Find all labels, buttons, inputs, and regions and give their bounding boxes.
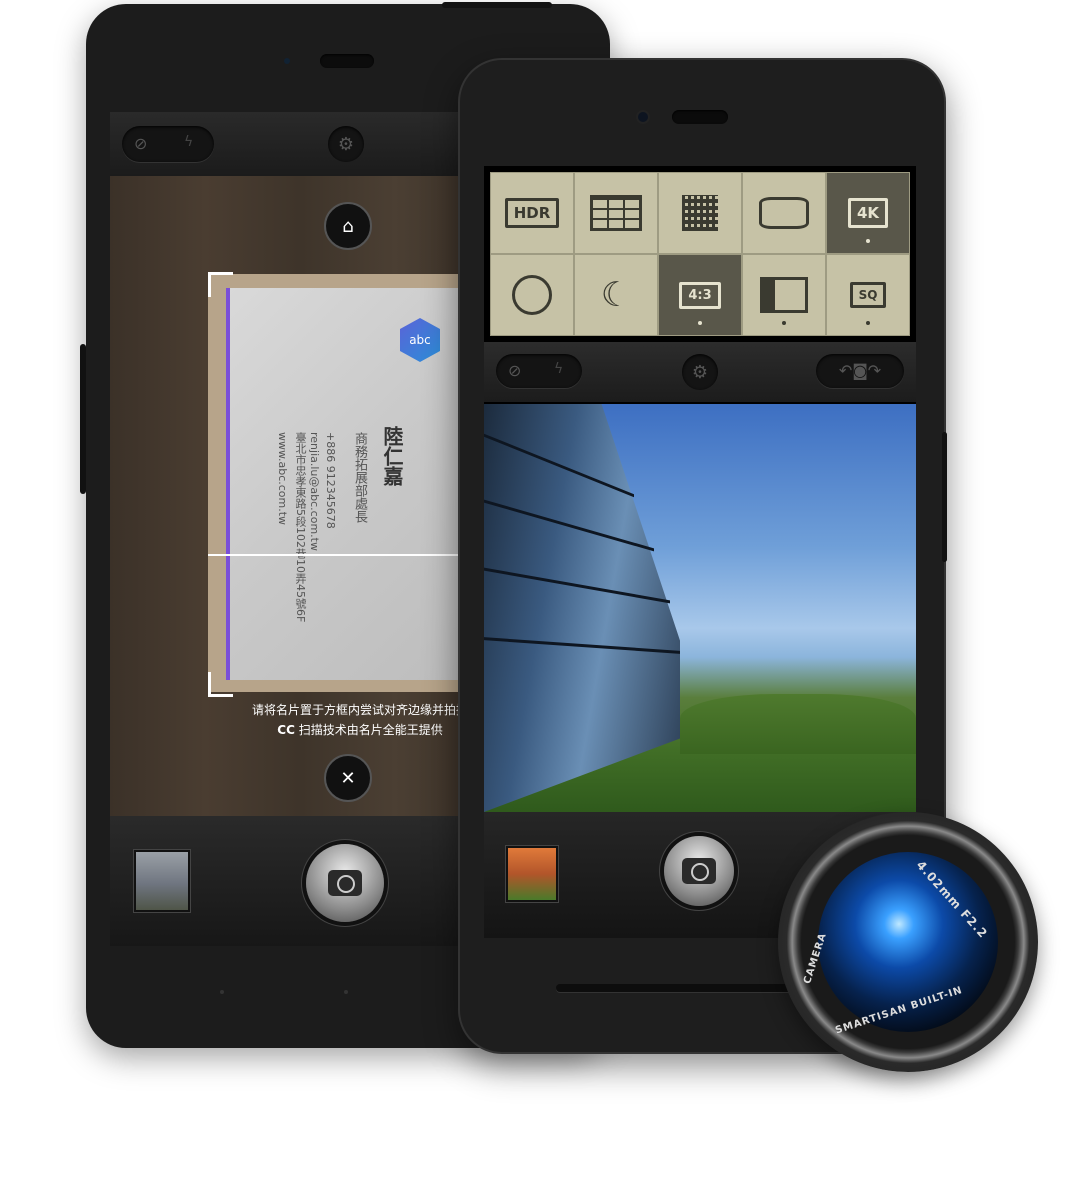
earpiece	[672, 110, 728, 124]
scan-hint-credit: 扫描技术由名片全能王提供	[298, 723, 443, 737]
4k-video-icon: 4K	[847, 198, 889, 228]
earpiece	[320, 54, 374, 68]
frame-corner	[208, 672, 233, 697]
active-indicator	[782, 321, 786, 325]
mode-id-card[interactable]	[742, 254, 826, 336]
switch-camera-icon[interactable]: ↶◙↷	[816, 354, 904, 388]
shutter-button[interactable]	[664, 836, 734, 906]
flash-off-icon: ⊘	[134, 134, 148, 153]
card-text: 陸仁嘉 商務拓展部處長 +886 912345678 renjia.lu@abc…	[246, 302, 446, 672]
id-card-icon	[760, 277, 808, 313]
glass-building	[484, 404, 680, 812]
mode-qr[interactable]	[658, 172, 742, 254]
mode-hdr[interactable]: HDR	[490, 172, 574, 254]
night-mode-icon: ☾	[600, 275, 632, 315]
camera-icon	[682, 858, 716, 884]
side-button	[942, 432, 947, 562]
card-title: 商務拓展部處長	[352, 432, 367, 523]
flash-off-icon: ⊘	[508, 361, 522, 380]
flash-icon: ϟ	[184, 134, 194, 150]
camcard-logo: CC	[277, 723, 295, 737]
mode-night[interactable]: ☾	[574, 254, 658, 336]
mode-grid: HDR 4K ☾ 4:3 SQ	[490, 172, 910, 336]
camera-lens: 4.02mm F2.2 CAMERA SMARTISAN BUILT-IN	[778, 812, 1038, 1072]
mode-square[interactable]: SQ	[826, 254, 910, 336]
card-website: www.abc.com.tw	[276, 432, 289, 526]
front-phone-screen: HDR 4K ☾ 4:3 SQ ⊘ ϟ ⚙ ↶◙↷	[484, 166, 916, 938]
card-name: 陸仁嘉	[380, 426, 404, 486]
scan-line	[208, 554, 458, 556]
gear-icon[interactable]: ⚙	[328, 126, 364, 162]
hdr-icon: HDR	[504, 198, 560, 228]
active-indicator	[698, 321, 702, 325]
active-indicator	[866, 239, 870, 243]
timer-icon	[512, 275, 552, 315]
flash-icon: ϟ	[554, 361, 564, 377]
nav-dot	[220, 990, 224, 994]
mode-panorama[interactable]	[742, 172, 826, 254]
viewfinder-photo	[484, 404, 916, 812]
gallery-thumbnail[interactable]	[506, 846, 558, 902]
aspect-ratio-icon: 4:3	[679, 281, 721, 309]
card-email: renjia.lu@abc.com.tw	[308, 432, 321, 551]
card-address: 臺北市忠孝東路5段102巷10弄45號6F	[294, 432, 307, 623]
front-camera	[638, 112, 648, 122]
front-camera	[284, 58, 290, 64]
mode-4k-video[interactable]: 4K	[826, 172, 910, 254]
camera-toolbar: ⊘ ϟ ⚙ ↶◙↷	[484, 342, 916, 402]
mode-grid-lines[interactable]	[574, 172, 658, 254]
qr-code-icon	[682, 195, 718, 231]
gear-icon[interactable]: ⚙	[682, 354, 718, 390]
shutter-button[interactable]	[306, 844, 384, 922]
mode-timer[interactable]	[490, 254, 574, 336]
square-photo-icon: SQ	[849, 282, 887, 308]
mode-aspect-ratio[interactable]: 4:3	[658, 254, 742, 336]
power-button	[442, 2, 552, 8]
flash-toggle[interactable]: ⊘ ϟ	[496, 354, 582, 388]
grid-icon	[590, 195, 642, 231]
camera-icon	[328, 870, 362, 896]
volume-button	[80, 344, 86, 494]
active-indicator	[866, 321, 870, 325]
card-phone: +886 912345678	[324, 432, 337, 529]
gallery-thumbnail[interactable]	[134, 850, 190, 912]
flash-toggle[interactable]: ⊘ ϟ	[122, 126, 214, 162]
nav-dot	[344, 990, 348, 994]
frame-corner	[208, 272, 233, 297]
close-icon[interactable]: ✕	[324, 754, 372, 802]
flashlight-icon[interactable]: ⌂	[324, 202, 372, 250]
trees	[680, 694, 916, 754]
panorama-icon	[759, 197, 809, 229]
